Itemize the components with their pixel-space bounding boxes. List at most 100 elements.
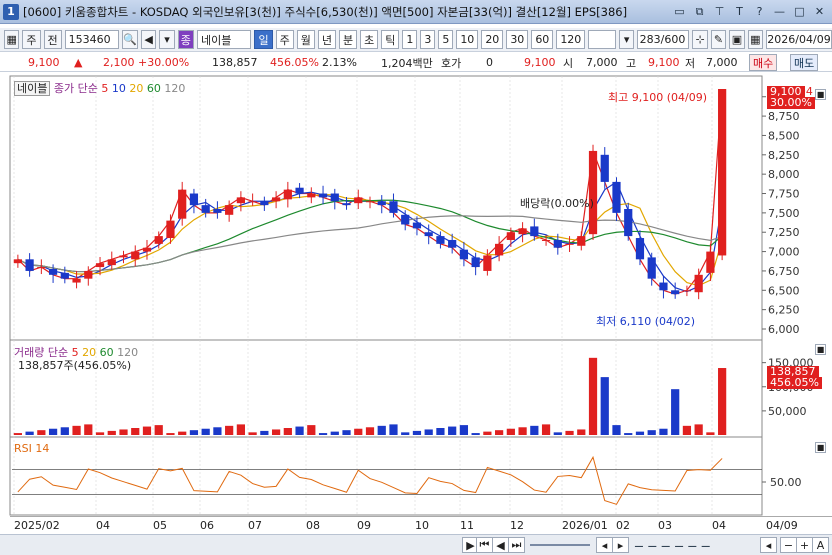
zoom-out-icon[interactable]: ◂ [596, 537, 613, 553]
interval-dropdown-icon[interactable]: ▾ [618, 30, 635, 49]
auto-scale-icon[interactable]: A [812, 537, 829, 553]
close-icon[interactable]: ✕ [811, 3, 828, 20]
volume-bar [647, 430, 656, 435]
date-tick-label: 07 [248, 519, 262, 532]
interval-button-1[interactable]: 1 [402, 30, 418, 49]
period-button-week[interactable]: 주 [275, 30, 294, 49]
legend-ma60: 60 [146, 82, 161, 95]
zoom-in-icon[interactable]: ▸ [612, 537, 629, 553]
high-price: 9,100 [648, 56, 680, 69]
pin-icon[interactable]: ⊤ [711, 3, 728, 20]
candle-body [236, 197, 245, 204]
copy-icon[interactable]: ⧉ [691, 3, 708, 20]
plus-icon[interactable]: + [796, 537, 813, 553]
save-icon[interactable]: ▣ [729, 30, 745, 49]
window-number-badge: 1 [3, 3, 19, 20]
minimize-icon[interactable]: — [771, 3, 788, 20]
interval-button-5[interactable]: 5 [438, 30, 454, 49]
interval-button-20[interactable]: 20 [481, 30, 504, 49]
scroll-left-end-icon[interactable]: ◂ [760, 537, 777, 553]
minus-icon[interactable]: − [780, 537, 797, 553]
period-main-select[interactable]: 주 [22, 30, 41, 49]
stock-name-field[interactable]: 네이블 [196, 30, 252, 49]
candle-body [706, 251, 715, 273]
candle-body [318, 193, 328, 198]
volume-bar [588, 357, 598, 435]
scroll-track[interactable] [530, 544, 590, 546]
interval-custom-input[interactable] [588, 30, 616, 49]
volume-panel-close-icon[interactable]: ■ [815, 344, 826, 355]
ask-price: 9,100 [524, 56, 556, 69]
dropdown-icon[interactable]: ▾ [159, 30, 175, 49]
stock-code-input[interactable]: 153460 [64, 30, 120, 49]
candle-body [577, 236, 586, 246]
hoga-value: 0 [486, 56, 493, 69]
period-type-select[interactable]: 전 [43, 30, 62, 49]
speaker-icon[interactable]: ◀ [140, 30, 157, 49]
price-panel-expand-icon[interactable]: ■ [815, 89, 826, 100]
legend-stock-name[interactable]: 네이블 [14, 81, 51, 96]
volume-bar [541, 424, 551, 435]
stock-chart[interactable]: 9,0008,7508,5008,2508,0007,7507,5007,250… [0, 73, 832, 535]
interval-button-10[interactable]: 10 [456, 30, 479, 49]
interval-button-60[interactable]: 60 [531, 30, 554, 49]
candle-body [389, 201, 398, 213]
crosshair-icon[interactable]: ⊹ [692, 30, 708, 49]
search-icon[interactable]: 🔍 [122, 30, 138, 49]
period-button-second[interactable]: 초 [360, 30, 379, 49]
draw-icon[interactable]: ✎ [710, 30, 727, 49]
calendar-icon[interactable]: ▦ [747, 30, 763, 49]
candle-body [189, 193, 199, 206]
scroll-prev-icon[interactable]: ◀ [492, 537, 509, 553]
date-input[interactable]: 2026/04/09 [766, 30, 832, 49]
candle-body [483, 255, 492, 271]
candle-body [48, 269, 58, 275]
rsi-panel-close-icon[interactable]: ■ [815, 442, 826, 453]
open-price: 7,000 [586, 56, 618, 69]
interval-button-30[interactable]: 30 [506, 30, 529, 49]
last-candle [720, 89, 725, 252]
volume-bar [565, 430, 574, 435]
candle-body [600, 154, 609, 182]
drawing-tools-strip[interactable]: ⚊ ⚊ ⚊ ⚊ ⚊ ⚊ [634, 537, 754, 553]
volume-bar [330, 431, 339, 435]
volume-bar [612, 425, 621, 435]
period-button-minute[interactable]: 분 [338, 30, 358, 49]
period-button-day[interactable]: 일 [254, 30, 273, 49]
price-change: 2,100 [103, 56, 135, 69]
buy-button[interactable]: 매수 [749, 54, 778, 71]
scroll-first-icon[interactable]: ⏮ [476, 537, 493, 553]
interval-button-3[interactable]: 3 [420, 30, 436, 49]
chart-scrollbar[interactable]: ▶ ⏮ ◀ ⏭ ◂ ▸ ⚊ ⚊ ⚊ ⚊ ⚊ ⚊ ◂ − + A [0, 534, 832, 555]
volume-bar [318, 433, 328, 435]
period-button-month[interactable]: 월 [296, 30, 315, 49]
price-tick-label: 6,500 [768, 284, 800, 297]
period-button-tick[interactable]: 틱 [381, 30, 400, 49]
candle-body [635, 238, 645, 260]
rsi-legend: RSI 14 [14, 442, 50, 455]
scroll-last-icon[interactable]: ⏭ [508, 537, 525, 553]
volume-bar [295, 426, 304, 435]
volume-bar [624, 433, 633, 435]
candle-body [342, 203, 351, 206]
chart-toolbar: ▦ 주 전 153460 🔍 ◀ ▾ 종 네이블 일 주 월 년 분 초 틱 1… [0, 28, 832, 52]
period-button-year[interactable]: 년 [317, 30, 336, 49]
maximize-icon[interactable]: □ [791, 3, 808, 20]
candle-body [518, 228, 527, 235]
interval-button-120[interactable]: 120 [556, 30, 586, 49]
date-tick-label: 2025/02 [14, 519, 60, 532]
volume-bar [307, 425, 316, 435]
candle-body [459, 249, 469, 260]
help-icon[interactable]: ? [751, 3, 768, 20]
layout-icon[interactable]: ▦ [4, 30, 20, 49]
data-count-field[interactable]: 283/600 [637, 30, 690, 49]
sell-button[interactable]: 매도 [790, 54, 819, 71]
candle-body [178, 189, 187, 219]
legend-ma120: 120 [164, 82, 186, 95]
tool-icon[interactable]: T [731, 3, 748, 20]
price-tick-label: 7,750 [768, 188, 800, 201]
high-annotation: 최고 9,100 (04/09) [608, 91, 708, 104]
candle-body [436, 236, 445, 244]
candle-body [541, 239, 551, 241]
restore-icon[interactable]: ▭ [671, 3, 688, 20]
